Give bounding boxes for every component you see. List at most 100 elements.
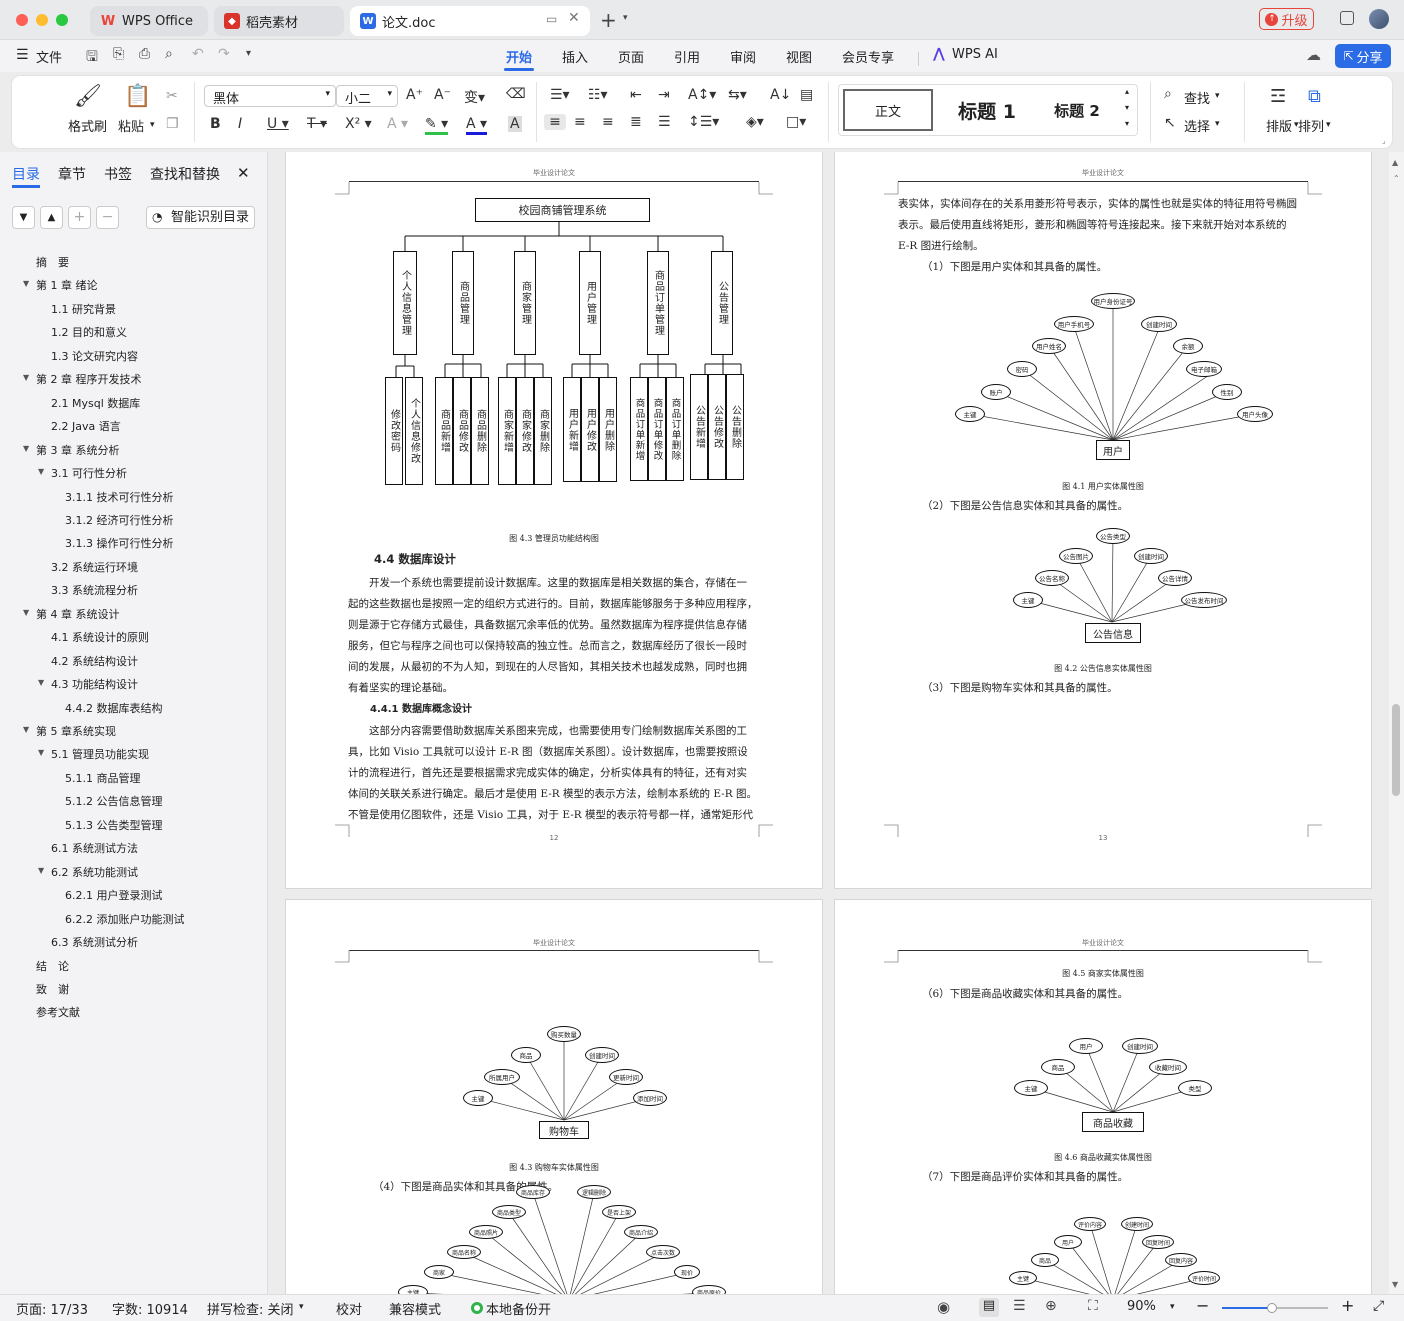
vertical-scrollbar[interactable]: ▲ ⌃ ▼ (1389, 152, 1404, 1294)
expand-arrow-icon[interactable]: ▼ (23, 444, 29, 453)
minimize-window-button[interactable] (36, 14, 48, 26)
align-left-icon[interactable]: ≡ (544, 114, 566, 130)
toc-item[interactable]: 3.3 系统流程分析 (51, 582, 138, 598)
redo-icon[interactable]: ↷ (218, 46, 230, 62)
cut-icon[interactable]: ✂ (166, 88, 178, 104)
toc-item[interactable]: 4.4.2 数据库表结构 (65, 700, 163, 716)
expand-arrow-icon[interactable]: ▼ (23, 725, 29, 734)
print-icon[interactable]: ⎙ (139, 46, 150, 62)
toc-item[interactable]: 6.1 系统测试方法 (51, 840, 138, 856)
page-indicator[interactable]: 页面: 17/33 (16, 1299, 88, 1318)
phonetic-guide-icon[interactable]: 变▾ (464, 87, 485, 107)
proofread-button[interactable]: 校对 (336, 1299, 362, 1318)
style-heading-1[interactable]: 标题 1 (947, 89, 1027, 131)
toc-item[interactable]: 3.1.2 经济可行性分析 (65, 512, 174, 528)
tab-review[interactable]: 审阅 (730, 47, 756, 66)
eye-icon[interactable]: ◉ (937, 1298, 950, 1316)
tab-references[interactable]: 引用 (674, 47, 700, 66)
toc-item[interactable]: 致 谢 (36, 981, 69, 997)
outline-view-icon[interactable]: ☰ (1013, 1298, 1026, 1314)
expand-icon[interactable]: ▾ (1125, 119, 1129, 128)
arrange-button[interactable]: 排列 (1298, 116, 1324, 135)
tab-daoke[interactable]: ◆ 稻壳素材 (214, 6, 344, 36)
borders-icon[interactable]: □▾ (786, 114, 806, 130)
superscript-icon[interactable]: X² ▾ (345, 116, 372, 132)
close-pane-icon[interactable]: ✕ (237, 164, 250, 182)
scroll-down-icon[interactable]: ▾ (1125, 103, 1129, 112)
tab-view[interactable]: 视图 (786, 47, 812, 66)
chevron-down-icon[interactable]: ▾ (1326, 120, 1331, 130)
tab-toc[interactable]: 目录 (12, 164, 40, 184)
scroll-up-icon[interactable]: ▴ (1125, 87, 1129, 96)
increase-indent-icon[interactable]: ⇥ (658, 87, 670, 103)
chevron-down-icon[interactable]: ▾ (150, 120, 155, 130)
bullet-list-icon[interactable]: ☰▾ (550, 87, 570, 103)
format-painter-button[interactable]: 格式刷 (68, 116, 107, 135)
clear-format-icon[interactable]: ⌫ (506, 86, 526, 102)
web-view-icon[interactable]: ⊕ (1045, 1298, 1057, 1314)
chevron-down-icon[interactable]: ▾ (623, 13, 628, 23)
document-canvas[interactable]: 毕业设计论文 校园商铺管理系统 个人信息管理 商品管理 商家管理 用户管理 商品… (269, 152, 1389, 1294)
toc-item[interactable]: 5.1 管理员功能实现 (51, 746, 149, 762)
toc-item[interactable]: 6.2.2 添加账户功能测试 (65, 911, 185, 927)
scroll-up-arrow[interactable]: ▲ (1392, 158, 1398, 167)
toc-item[interactable]: 3.1.3 操作可行性分析 (65, 535, 174, 551)
style-heading-2[interactable]: 标题 2 (1037, 89, 1117, 131)
hamburger-icon[interactable]: ☰ (16, 47, 29, 63)
toc-item[interactable]: 2.1 Mysql 数据库 (51, 395, 140, 411)
bold-icon[interactable]: B (210, 116, 221, 132)
collapse-all-button[interactable]: ▲ (40, 206, 63, 229)
file-menu[interactable]: 文件 (36, 47, 62, 66)
style-normal[interactable]: 正文 (843, 89, 933, 131)
expand-arrow-icon[interactable]: ▼ (38, 678, 44, 687)
fullscreen-icon[interactable]: ⤢ (1373, 1298, 1384, 1314)
toc-item[interactable]: 5.1.1 商品管理 (65, 770, 141, 786)
tab-bookmarks[interactable]: 书签 (104, 164, 132, 184)
line-break-icon[interactable]: ⇆▾ (728, 87, 747, 103)
toc-item[interactable]: 3.1.1 技术可行性分析 (65, 489, 174, 505)
remove-heading-button[interactable]: − (96, 206, 119, 229)
toc-item[interactable]: 2.2 Java 语言 (51, 418, 121, 434)
zoom-in-icon[interactable]: + (1341, 1296, 1354, 1315)
paste-button[interactable]: 粘贴 (118, 116, 144, 135)
find-button[interactable]: 查找 (1184, 88, 1210, 107)
expand-arrow-icon[interactable]: ▼ (23, 279, 29, 288)
chevron-down-icon[interactable]: ▾ (1215, 91, 1220, 101)
toc-item[interactable]: 第 4 章 系统设计 (36, 606, 120, 622)
font-name-select[interactable]: 黑体 ▾ (204, 85, 336, 107)
shrink-font-icon[interactable]: A⁻ (434, 87, 451, 103)
toc-item[interactable]: 1.3 论文研究内容 (51, 348, 138, 364)
table-border-icon[interactable]: ▤ (800, 87, 813, 103)
toc-item[interactable]: 4.2 系统结构设计 (51, 653, 138, 669)
toc-item[interactable]: 6.3 系统测试分析 (51, 934, 138, 950)
toc-item[interactable]: 5.1.3 公告类型管理 (65, 817, 163, 833)
scroll-down-arrow[interactable]: ▼ (1392, 1280, 1398, 1289)
toc-item[interactable]: 6.2 系统功能测试 (51, 864, 138, 880)
decrease-indent-icon[interactable]: ⇤ (630, 87, 642, 103)
strikethrough-icon[interactable]: T ▾ (307, 116, 327, 132)
font-color-icon[interactable]: A ▾ (466, 116, 488, 135)
toc-item[interactable]: 第 5 章系统实现 (36, 723, 116, 739)
zoom-slider-handle[interactable] (1266, 1303, 1277, 1313)
word-count[interactable]: 字数: 10914 (112, 1299, 188, 1318)
layout-button[interactable]: 排版 (1266, 116, 1292, 135)
tab-insert[interactable]: 插入 (562, 47, 588, 66)
zoom-out-icon[interactable]: − (1196, 1296, 1209, 1315)
close-window-button[interactable] (16, 14, 28, 26)
underline-icon[interactable]: U ▾ (267, 116, 289, 132)
sort-icon[interactable]: A↓ (770, 87, 791, 103)
expand-arrow-icon[interactable]: ▼ (38, 866, 44, 875)
wps-ai-button[interactable]: WPS AI (952, 47, 998, 62)
shading-icon[interactable]: ◈▾ (746, 114, 764, 130)
spell-check-toggle[interactable]: 拼写检查: 关闭 (207, 1299, 294, 1318)
toc-item[interactable]: 第 2 章 程序开发技术 (36, 371, 142, 387)
expand-all-button[interactable]: ▼ (12, 206, 35, 229)
line-spacing-icon[interactable]: ↕☰▾ (688, 114, 719, 130)
numbered-list-icon[interactable]: ☷▾ (588, 87, 608, 103)
cloud-icon[interactable]: ☁ (1306, 46, 1321, 64)
toc-item[interactable]: 摘 要 (36, 254, 69, 270)
fit-page-icon[interactable]: ⛶ (1088, 1298, 1098, 1314)
toc-item[interactable]: 5.1.2 公告信息管理 (65, 793, 163, 809)
upgrade-button[interactable]: ↑ 升级 (1259, 8, 1314, 30)
new-tab-icon[interactable]: + (600, 8, 617, 32)
